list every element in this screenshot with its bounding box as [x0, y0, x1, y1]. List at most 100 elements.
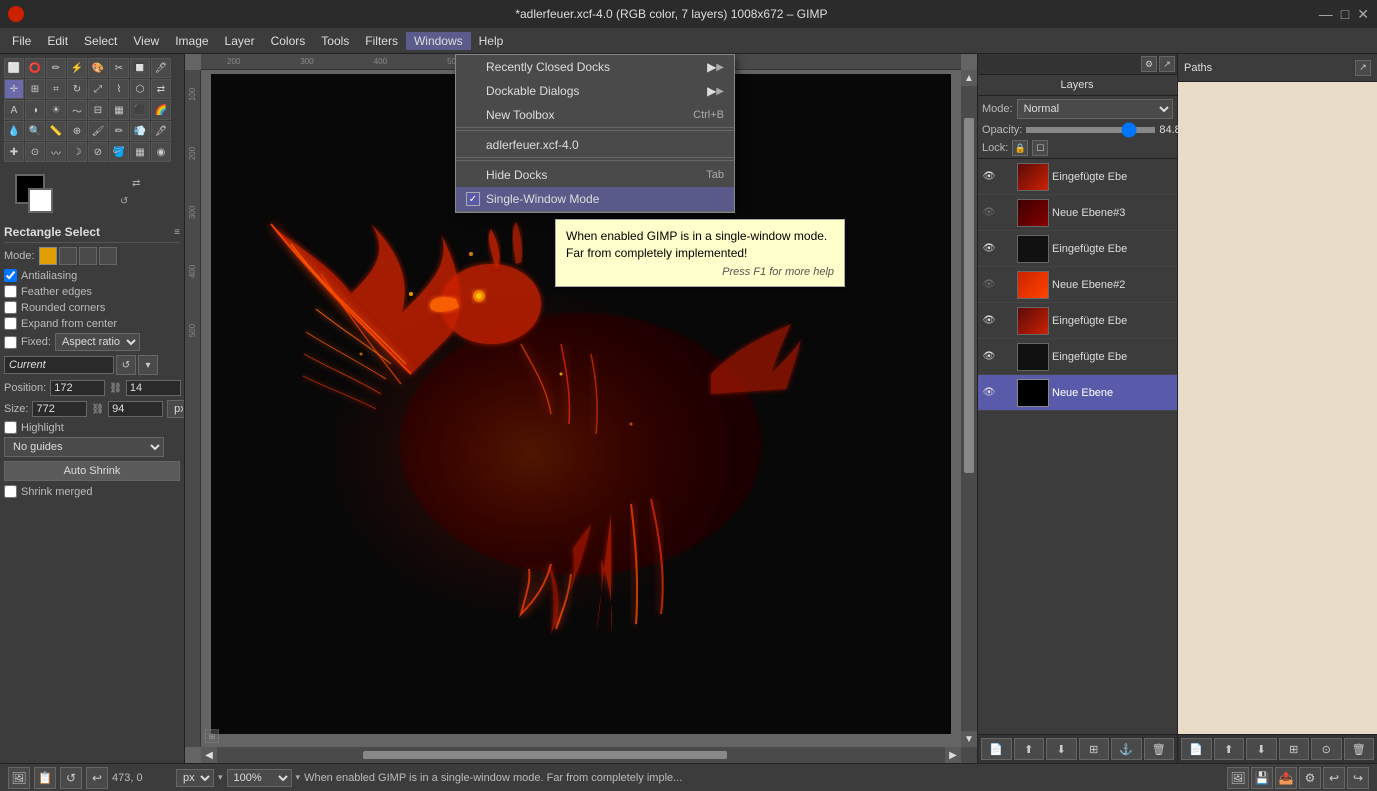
mode-subtract[interactable]: [79, 247, 97, 265]
tool-paths[interactable]: 🖊: [151, 58, 171, 78]
size-unit-select[interactable]: px: [167, 400, 184, 418]
size-h-input[interactable]: [108, 401, 163, 417]
layer-visibility-toggle[interactable]: 👁: [981, 241, 997, 257]
layer-item[interactable]: 👁 Eingefügte Ebe: [978, 231, 1177, 267]
vscroll-up-btn[interactable]: ▲: [961, 70, 977, 86]
menu-windows[interactable]: Windows: [406, 32, 471, 50]
layer-item[interactable]: 👁 Neue Ebene#2: [978, 267, 1177, 303]
menu-image[interactable]: Image: [167, 32, 216, 50]
tool-smudge[interactable]: 〰: [46, 142, 66, 162]
hscroll-thumb[interactable]: [363, 751, 727, 759]
vertical-scrollbar[interactable]: ▲ ▼: [961, 70, 977, 747]
tool-align[interactable]: ⊞: [25, 79, 45, 99]
layer-visibility-toggle[interactable]: 👁: [981, 205, 997, 221]
minimize-button[interactable]: —: [1319, 6, 1333, 23]
close-button[interactable]: ✕: [1357, 6, 1369, 23]
feather-edges-checkbox[interactable]: [4, 285, 17, 298]
tool-by-color[interactable]: 🎨: [88, 58, 108, 78]
statusbar-image-btn[interactable]: 🖼: [8, 767, 30, 789]
status-settings-btn[interactable]: ⚙: [1299, 767, 1321, 789]
tool-threshold[interactable]: ⬛: [130, 100, 150, 120]
pos-chain-icon[interactable]: ⛓: [109, 383, 122, 394]
tool-magnify[interactable]: ⊕: [67, 121, 87, 141]
layer-visibility-toggle[interactable]: 👁: [981, 313, 997, 329]
tool-zoom[interactable]: 🔍: [25, 121, 45, 141]
tool-rotate[interactable]: ↻: [67, 79, 87, 99]
tab-layers[interactable]: Layers: [978, 75, 1177, 95]
layer-item-active[interactable]: 👁 Neue Ebene: [978, 375, 1177, 411]
layer-chain-icon[interactable]: [1000, 314, 1014, 328]
menu-view[interactable]: View: [125, 32, 167, 50]
horizontal-scrollbar[interactable]: ◀ ▶: [201, 747, 961, 763]
mode-intersect[interactable]: [99, 247, 117, 265]
new-path-btn[interactable]: 📄: [1181, 738, 1212, 760]
fit-page-btn[interactable]: ⊞: [205, 729, 219, 743]
layer-visibility-toggle[interactable]: 👁: [981, 277, 997, 293]
tool-color-picker[interactable]: 💧: [4, 121, 24, 141]
statusbar-doc-btn[interactable]: 📋: [34, 767, 56, 789]
current-reset-btn[interactable]: ↺: [116, 355, 136, 375]
tool-scissors[interactable]: ✂: [109, 58, 129, 78]
pos-x-input[interactable]: [50, 380, 105, 396]
hscroll-right-btn[interactable]: ▶: [945, 747, 961, 763]
path-to-selection-btn[interactable]: ⊙: [1311, 738, 1342, 760]
raise-path-btn[interactable]: ⬆: [1214, 738, 1245, 760]
status-info-btn[interactable]: 🖼: [1227, 767, 1249, 789]
tool-levels[interactable]: ⊟: [88, 100, 108, 120]
tool-hue-sat[interactable]: 🌈: [151, 100, 171, 120]
menu-file[interactable]: File: [4, 32, 39, 50]
layer-chain-icon[interactable]: [1000, 386, 1014, 400]
mode-add[interactable]: [59, 247, 77, 265]
status-export-btn[interactable]: 📤: [1275, 767, 1297, 789]
zoom-level-select[interactable]: 100%: [227, 769, 292, 787]
menu-single-window-mode[interactable]: ✓ Single-Window Mode: [456, 187, 734, 211]
layer-chain-icon[interactable]: [1000, 206, 1014, 220]
layer-chain-icon[interactable]: [1000, 278, 1014, 292]
swap-colors-icon[interactable]: ⇄: [132, 178, 146, 192]
duplicate-layer-btn[interactable]: ⊞: [1079, 738, 1110, 760]
tool-heal[interactable]: ✚: [4, 142, 24, 162]
tool-flip[interactable]: ⇄: [151, 79, 171, 99]
tool-perspective[interactable]: ⬡: [130, 79, 150, 99]
lock-pixels-btn[interactable]: 🔒: [1012, 140, 1028, 156]
menu-dockable-dialogs[interactable]: Dockable Dialogs ▶: [456, 79, 734, 103]
status-history-btn[interactable]: ↩: [1323, 767, 1345, 789]
tool-bucket-fill[interactable]: 🪣: [109, 142, 129, 162]
layer-chain-icon[interactable]: [1000, 170, 1014, 184]
layer-item[interactable]: 👁 Neue Ebene#3: [978, 195, 1177, 231]
layer-opacity-slider[interactable]: [1026, 127, 1155, 133]
menu-tools[interactable]: Tools: [313, 32, 357, 50]
mode-replace[interactable]: [39, 247, 57, 265]
tool-shear[interactable]: ⌇: [109, 79, 129, 99]
background-color[interactable]: [28, 188, 53, 213]
paths-expand-btn[interactable]: ↗: [1355, 60, 1371, 76]
tool-move[interactable]: ✛: [4, 79, 24, 99]
tool-posterize[interactable]: ▦: [109, 100, 129, 120]
statusbar-pointer-btn[interactable]: ↺: [60, 767, 82, 789]
tool-scale[interactable]: ⤢: [88, 79, 108, 99]
tool-color-balance[interactable]: ◑: [25, 100, 45, 120]
tool-crop[interactable]: ⌗: [46, 79, 66, 99]
tool-blend[interactable]: ▦: [130, 142, 150, 162]
duplicate-path-btn[interactable]: ⊞: [1279, 738, 1310, 760]
layer-visibility-toggle[interactable]: 👁: [981, 349, 997, 365]
tool-dodge[interactable]: ☽: [67, 142, 87, 162]
vscroll-thumb[interactable]: [964, 118, 974, 473]
delete-path-btn[interactable]: 🗑: [1344, 738, 1375, 760]
antialiasing-checkbox[interactable]: [4, 269, 17, 282]
guides-select[interactable]: No guides: [4, 437, 164, 457]
raise-layer-btn[interactable]: ⬆: [1014, 738, 1045, 760]
tool-ellipse-select[interactable]: ⭕: [25, 58, 45, 78]
tool-foreground-select[interactable]: 🔲: [130, 58, 150, 78]
new-layer-btn[interactable]: 📄: [981, 738, 1012, 760]
layer-item[interactable]: 👁 Eingefügte Ebe: [978, 339, 1177, 375]
menu-select[interactable]: Select: [76, 32, 125, 50]
delete-layer-btn[interactable]: 🗑: [1144, 738, 1175, 760]
tool-eraser[interactable]: ⊘: [88, 142, 108, 162]
layer-mode-select[interactable]: Normal: [1017, 99, 1173, 119]
menu-colors[interactable]: Colors: [263, 32, 314, 50]
maximize-button[interactable]: □: [1341, 6, 1349, 23]
tool-paint[interactable]: 🖌: [88, 121, 108, 141]
size-chain-icon[interactable]: ⛓: [91, 404, 104, 415]
expand-from-center-checkbox[interactable]: [4, 317, 17, 330]
